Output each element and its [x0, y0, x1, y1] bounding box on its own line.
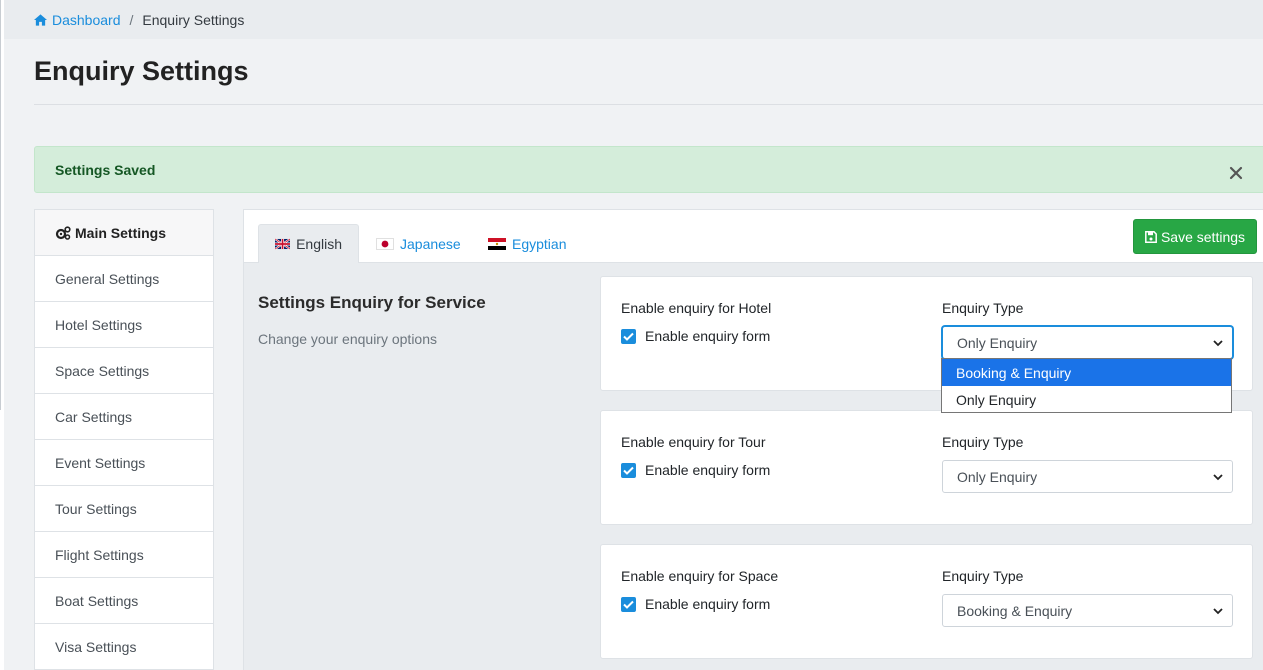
save-icon — [1145, 230, 1157, 243]
alert-message: Settings Saved — [55, 162, 156, 178]
page-title: Enquiry Settings — [34, 56, 249, 86]
success-alert: Settings Saved — [34, 146, 1263, 193]
sidebar-header: Main Settings — [35, 210, 213, 256]
sidebar-item-boat[interactable]: Boat Settings — [35, 578, 213, 624]
space-enquiry-type-value: Booking & Enquiry — [957, 602, 1073, 619]
egypt-flag-icon — [488, 237, 506, 250]
tour-enquiry-label: Enable enquiry for Tour — [621, 434, 766, 450]
space-enquiry-type-select[interactable]: Booking & Enquiry — [942, 594, 1233, 627]
checkmark-icon — [623, 332, 634, 341]
space-enquiry-label: Enable enquiry for Space — [621, 568, 779, 584]
tour-enquiry-checkbox-label: Enable enquiry form — [645, 462, 771, 478]
tour-enquiry-checkbox-row: Enable enquiry form — [621, 462, 770, 478]
sidebar-item-hotel[interactable]: Hotel Settings — [35, 302, 213, 348]
save-settings-button[interactable]: Save settings — [1133, 219, 1257, 254]
sidebar-item-visa[interactable]: Visa Settings — [35, 624, 213, 670]
hotel-enquiry-type-value: Only Enquiry — [957, 334, 1038, 351]
chevron-down-icon — [1213, 474, 1223, 481]
chevron-down-icon — [1213, 608, 1223, 615]
space-enquiry-card: Enable enquiry for Space Enable enquiry … — [600, 544, 1253, 659]
sidebar-item-general[interactable]: General Settings — [35, 256, 213, 302]
breadcrumb-dashboard-label: Dashboard — [52, 11, 121, 28]
save-settings-label: Save settings — [1160, 228, 1246, 245]
tab-japanese[interactable]: Japanese — [360, 224, 477, 263]
space-enquiry-type-label: Enquiry Type — [942, 568, 1024, 584]
tour-enquiry-checkbox[interactable] — [621, 462, 636, 478]
breadcrumb: Dashboard / Enquiry Settings — [4, 0, 1263, 39]
sidebar-item-event[interactable]: Event Settings — [35, 440, 213, 486]
section-subtitle: Change your enquiry options — [258, 331, 438, 347]
sidebar-item-space[interactable]: Space Settings — [35, 348, 213, 394]
hotel-enquiry-type-label: Enquiry Type — [942, 300, 1024, 316]
tab-english[interactable]: English — [258, 224, 359, 263]
hotel-enquiry-checkbox-row: Enable enquiry form — [621, 328, 770, 344]
title-divider — [34, 104, 1263, 105]
language-tabs: English Japanese Egyptian Save settings — [244, 210, 1263, 263]
sidebar-item-car[interactable]: Car Settings — [35, 394, 213, 440]
hotel-enquiry-checkbox-label: Enable enquiry form — [645, 328, 771, 344]
sidebar-item-tour[interactable]: Tour Settings — [35, 486, 213, 532]
settings-panel: English Japanese Egyptian Save settings … — [243, 209, 1263, 670]
gears-icon — [55, 225, 71, 240]
uk-flag-icon — [275, 238, 291, 250]
breadcrumb-dashboard-link[interactable]: Dashboard — [34, 12, 121, 28]
checkmark-icon — [623, 466, 634, 475]
tour-enquiry-card: Enable enquiry for Tour Enable enquiry f… — [600, 410, 1253, 525]
dropdown-option-only-enquiry[interactable]: Only Enquiry — [942, 386, 1231, 413]
tour-enquiry-type-select[interactable]: Only Enquiry — [942, 460, 1233, 493]
dropdown-option-booking-enquiry[interactable]: Booking & Enquiry — [942, 359, 1231, 386]
home-icon — [34, 13, 47, 26]
sidebar-header-label: Main Settings — [75, 224, 167, 241]
checkmark-icon — [623, 600, 634, 609]
hotel-enquiry-label: Enable enquiry for Hotel — [621, 300, 772, 316]
space-enquiry-checkbox-label: Enable enquiry form — [645, 596, 771, 612]
chevron-down-icon — [1213, 340, 1223, 347]
japan-flag-icon — [376, 237, 394, 250]
breadcrumb-current: Enquiry Settings — [142, 11, 245, 28]
hotel-enquiry-checkbox[interactable] — [621, 328, 636, 344]
window-edge — [0, 0, 4, 670]
close-icon[interactable] — [1229, 166, 1243, 180]
tab-japanese-label: Japanese — [400, 235, 461, 252]
settings-sidebar: Main Settings General Settings Hotel Set… — [34, 209, 214, 670]
tour-enquiry-type-value: Only Enquiry — [957, 468, 1038, 485]
breadcrumb-separator: / — [129, 11, 134, 28]
space-enquiry-checkbox[interactable] — [621, 596, 636, 612]
tour-enquiry-type-label: Enquiry Type — [942, 434, 1024, 450]
hotel-enquiry-type-select[interactable]: Only Enquiry — [942, 326, 1233, 359]
section-title: Settings Enquiry for Service — [258, 293, 486, 312]
sidebar-item-flight[interactable]: Flight Settings — [35, 532, 213, 578]
tab-egyptian[interactable]: Egyptian — [472, 224, 582, 263]
enquiry-type-dropdown: Booking & Enquiry Only Enquiry — [941, 358, 1232, 413]
space-enquiry-checkbox-row: Enable enquiry form — [621, 596, 770, 612]
tab-egyptian-label: Egyptian — [512, 235, 567, 252]
tab-english-label: English — [296, 236, 342, 252]
